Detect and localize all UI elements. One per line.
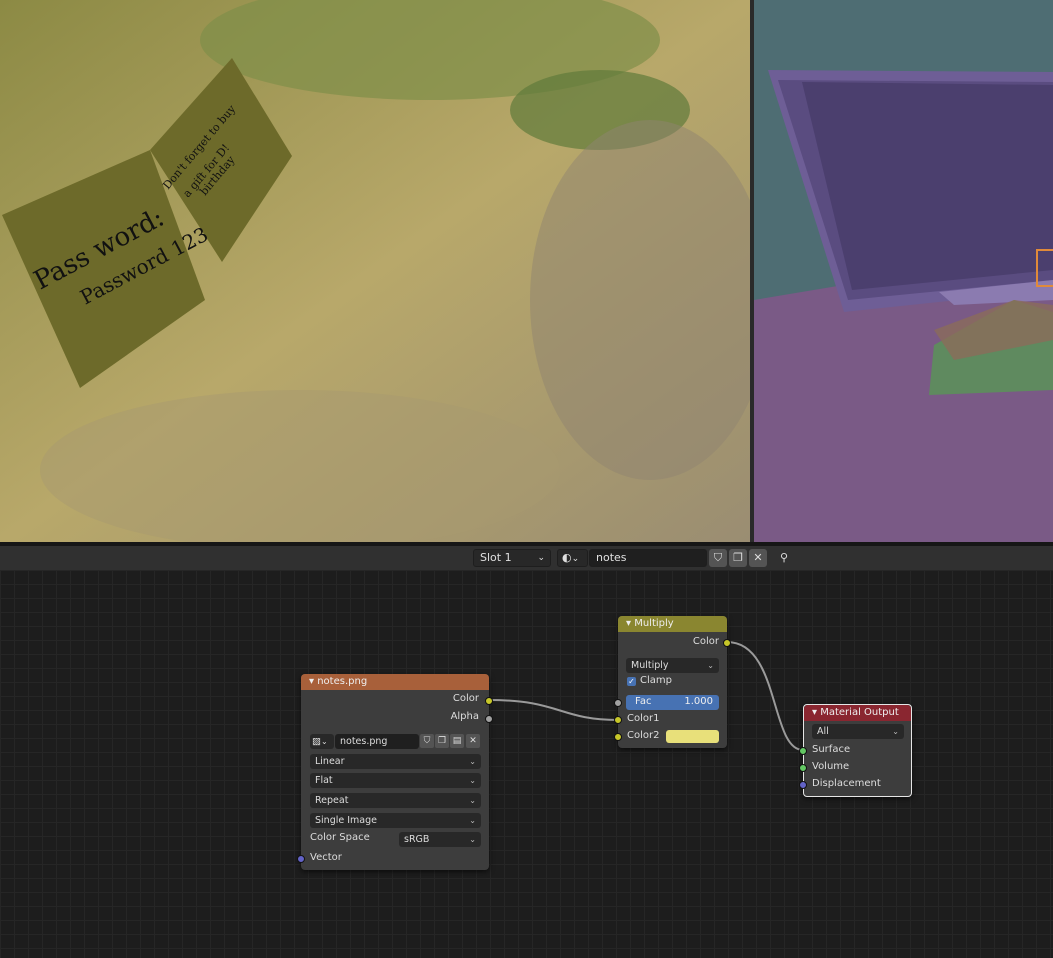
image-browse-button[interactable]: ▨⌄	[310, 734, 334, 749]
node-canvas[interactable]: ▾ notes.png Color Alpha ▨⌄ notes.png ⛉ ❐…	[0, 570, 1053, 958]
material-output-node[interactable]: ▾ Material Output All ⌄ Surface Volume Di…	[799, 704, 912, 797]
link-multiply-to-surface	[726, 641, 804, 751]
chevron-down-icon: ⌄	[469, 796, 476, 805]
chevron-down-icon: ⌄	[469, 835, 476, 844]
material-name-text: notes	[596, 551, 627, 564]
fac-value: 1.000	[684, 696, 713, 707]
blend-mode-value: Multiply	[631, 660, 669, 671]
clamp-label: Clamp	[640, 675, 672, 686]
chevron-down-icon: ⌄	[469, 816, 476, 825]
chevron-down-icon: ⌄	[537, 553, 545, 563]
extension-dropdown[interactable]: Repeat ⌄	[310, 793, 481, 808]
fac-slider[interactable]: Fac 1.000	[626, 695, 719, 710]
target-dropdown[interactable]: All ⌄	[812, 724, 904, 739]
close-icon[interactable]: ✕	[466, 734, 480, 748]
material-sphere-icon: ◐	[562, 551, 572, 564]
pin-icon[interactable]: ⚲	[775, 549, 793, 567]
collapse-arrow-icon[interactable]: ▾	[812, 707, 817, 718]
slot-dropdown[interactable]: Slot 1 ⌄	[473, 549, 551, 567]
input-fac-socket[interactable]	[614, 699, 622, 707]
interpolation-value: Linear	[315, 756, 345, 767]
output-color-label: Color	[692, 636, 719, 647]
chevron-down-icon: ⌄	[469, 757, 476, 766]
open-image-icon[interactable]: ▤	[450, 734, 464, 748]
shield-icon[interactable]: ⛉	[420, 734, 434, 748]
projection-value: Flat	[315, 775, 333, 786]
collapse-arrow-icon[interactable]: ▾	[626, 618, 631, 629]
source-value: Single Image	[315, 815, 377, 826]
duplicate-icon[interactable]: ❐	[435, 734, 449, 748]
image-name-field[interactable]: notes.png	[335, 734, 419, 749]
output-alpha-socket[interactable]	[485, 715, 493, 723]
color-space-label: Color Space	[310, 832, 370, 843]
input-displacement-label: Displacement	[812, 778, 881, 789]
fac-label: Fac	[635, 696, 652, 707]
color-space-value: sRGB	[404, 834, 430, 845]
link-image-to-color1	[488, 699, 619, 721]
desk-scene	[754, 0, 1053, 542]
material-browse-button[interactable]: ◐⌄	[557, 549, 588, 567]
input-vector-label: Vector	[310, 852, 342, 863]
grass-scene: Pass word: Password 123 Don't forget to …	[0, 0, 750, 542]
source-dropdown[interactable]: Single Image ⌄	[310, 813, 481, 828]
chevron-down-icon: ⌄	[571, 554, 580, 564]
input-color1-socket[interactable]	[614, 716, 622, 724]
extension-value: Repeat	[315, 795, 349, 806]
image-name-text: notes.png	[340, 736, 388, 747]
output-node-header[interactable]: ▾ Material Output	[804, 705, 911, 721]
output-color-socket[interactable]	[723, 639, 731, 647]
target-value: All	[817, 726, 829, 737]
clamp-checkbox[interactable]: ✓	[627, 677, 636, 686]
multiply-node-title: Multiply	[634, 618, 674, 629]
color2-swatch[interactable]	[666, 730, 719, 743]
input-volume-label: Volume	[812, 761, 850, 772]
output-alpha-label: Alpha	[450, 711, 479, 722]
viewport-solid-right[interactable]	[754, 0, 1053, 542]
color-space-dropdown[interactable]: sRGB ⌄	[399, 832, 481, 847]
input-color1-label: Color1	[627, 713, 660, 724]
image-icon: ▨	[312, 736, 321, 747]
viewport-rendered-left[interactable]: Pass word: Password 123 Don't forget to …	[0, 0, 750, 542]
output-node-title: Material Output	[820, 707, 899, 718]
input-color2-socket[interactable]	[614, 733, 622, 741]
projection-dropdown[interactable]: Flat ⌄	[310, 773, 481, 788]
chevron-down-icon: ⌄	[469, 776, 476, 785]
multiply-node[interactable]: ▾ Multiply Color Multiply ⌄ ✓ Clamp Fac 1…	[614, 616, 731, 748]
output-color-label: Color	[452, 693, 479, 704]
input-color2-label: Color2	[627, 730, 660, 741]
unlink-material-close-icon[interactable]: ✕	[749, 549, 767, 567]
image-texture-node[interactable]: ▾ notes.png Color Alpha ▨⌄ notes.png ⛉ ❐…	[297, 674, 493, 870]
collapse-arrow-icon[interactable]: ▾	[309, 676, 314, 687]
chevron-down-icon: ⌄	[892, 727, 899, 736]
chevron-down-icon: ⌄	[320, 737, 328, 746]
slot-label: Slot 1	[480, 551, 512, 564]
output-color-socket[interactable]	[485, 697, 493, 705]
image-node-header[interactable]: ▾ notes.png	[301, 674, 489, 690]
chevron-down-icon: ⌄	[707, 661, 714, 670]
duplicate-material-icon[interactable]: ❐	[729, 549, 747, 567]
blend-mode-dropdown[interactable]: Multiply ⌄	[626, 658, 719, 673]
input-volume-socket[interactable]	[799, 764, 807, 772]
input-surface-label: Surface	[812, 744, 851, 755]
multiply-node-header[interactable]: ▾ Multiply	[618, 616, 727, 632]
input-vector-socket[interactable]	[297, 855, 305, 863]
image-node-title: notes.png	[317, 676, 368, 687]
fake-user-shield-icon[interactable]: ⛉	[709, 549, 727, 567]
interpolation-dropdown[interactable]: Linear ⌄	[310, 754, 481, 769]
node-editor-header: Slot 1 ⌄ ◐⌄ notes ⛉ ❐ ✕ ⚲	[0, 546, 1053, 570]
material-name-field[interactable]: notes	[589, 549, 707, 567]
input-displacement-socket[interactable]	[799, 781, 807, 789]
input-surface-socket[interactable]	[799, 747, 807, 755]
